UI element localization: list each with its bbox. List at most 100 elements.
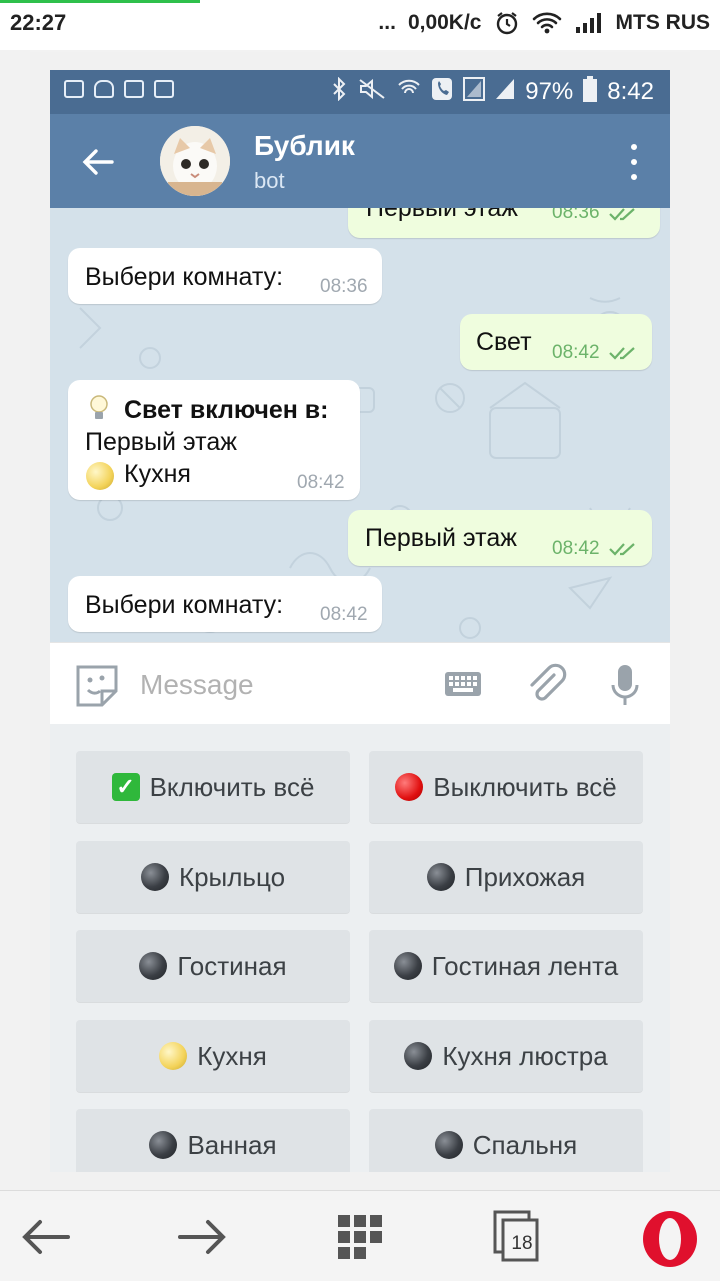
network-speed: 0,00K/c	[407, 11, 482, 34]
browser-bottom-bar: 18	[0, 1190, 720, 1281]
device-clock: 22:27	[10, 10, 67, 35]
button-label: Гостиная лента	[431, 950, 619, 981]
dark-circle-icon	[393, 952, 422, 980]
android-icon	[94, 80, 114, 98]
phone-icon	[431, 77, 453, 106]
mail-icon	[124, 80, 144, 98]
button-label: Спальня	[472, 1129, 578, 1160]
message-text: Первый этаж	[366, 208, 518, 222]
message-bubble-in[interactable]: Выбери комнату: 08:36	[68, 248, 382, 304]
chat-title[interactable]: Бублик	[254, 130, 355, 162]
message-bubble-out[interactable]: Первый этаж 08:36	[348, 208, 660, 238]
lightbulb-icon	[90, 395, 108, 419]
back-arrow-icon[interactable]	[78, 142, 118, 182]
bluetooth-icon	[331, 76, 347, 106]
alarm-icon	[494, 10, 520, 36]
gallery-icon	[64, 80, 84, 98]
check-icon: ✓	[111, 773, 140, 801]
button-label: Ванная	[187, 1129, 277, 1160]
message-input-bar: Message	[50, 642, 670, 725]
mute-icon	[357, 77, 387, 106]
microphone-icon[interactable]	[610, 663, 640, 712]
message-text-line: Кухня	[124, 460, 191, 488]
chat-header: Бублик bot	[50, 114, 670, 208]
sticker-icon[interactable]	[74, 663, 120, 714]
signal-icon	[574, 11, 604, 35]
button-label: Выключить всё	[433, 771, 617, 802]
dark-circle-icon	[426, 863, 455, 891]
keyboard-button-hallway[interactable]: Прихожая	[369, 841, 643, 913]
message-input[interactable]: Message	[140, 669, 254, 701]
message-bubble-in[interactable]: Выбери комнату: 08:42	[68, 576, 382, 632]
message-text: Выбери комнату:	[85, 591, 284, 619]
sim-icon	[463, 77, 486, 106]
notification-dots: ...	[378, 11, 396, 34]
double-check-icon	[609, 208, 635, 221]
message-text: Выбери комнату:	[85, 263, 284, 291]
red-circle-icon	[395, 773, 424, 801]
tabs-count: 18	[511, 1233, 533, 1254]
dark-circle-icon	[404, 1042, 433, 1070]
more-menu-icon[interactable]	[628, 144, 640, 180]
bot-keyboard: ✓ Включить всё Выключить всё Крыльцо Прих…	[50, 724, 670, 1172]
keyboard-button-bathroom[interactable]: Ванная	[76, 1109, 350, 1172]
keyboard-button-turn-off-all[interactable]: Выключить всё	[369, 751, 643, 823]
message-text-line: Первый этаж	[85, 428, 237, 456]
speed-dial-grid-icon[interactable]	[332, 1209, 388, 1265]
message-text: Свет	[476, 328, 532, 356]
bulb-circle-icon	[159, 1042, 188, 1070]
message-text: Первый этаж	[365, 524, 517, 552]
button-label: Гостиная	[177, 950, 287, 981]
avatar[interactable]	[160, 126, 230, 196]
message-bubble-out[interactable]: Свет 08:42	[460, 314, 652, 370]
button-label: Включить всё	[149, 771, 315, 802]
message-time: 08:42	[552, 342, 600, 363]
opera-menu-icon[interactable]	[640, 1209, 704, 1267]
button-label: Кухня	[197, 1040, 267, 1071]
double-check-icon	[609, 347, 635, 360]
wifi-call-icon	[397, 77, 421, 106]
attach-icon[interactable]	[524, 663, 568, 712]
keyboard-button-living-room[interactable]: Гостиная	[76, 930, 350, 1002]
message-list[interactable]: Первый этаж 08:36 Выбери комнату: 08:36 …	[50, 208, 670, 642]
dark-circle-icon	[149, 1131, 178, 1159]
carrier-name: MTS RUS	[615, 11, 711, 34]
signal-icon	[495, 77, 515, 106]
page-load-progress	[0, 0, 200, 3]
keyboard-button-porch[interactable]: Крыльцо	[76, 841, 350, 913]
clipboard-icon	[154, 80, 174, 98]
phone-battery-text: 97%	[525, 77, 574, 105]
keyboard-button-turn-on-all[interactable]: ✓ Включить всё	[76, 751, 350, 823]
keyboard-icon[interactable]	[444, 669, 482, 704]
button-label: Кухня люстра	[442, 1040, 608, 1071]
message-bubble-in[interactable]: Свет включен в: Первый этаж Кухня 08:42	[68, 380, 360, 500]
message-time: 08:42	[320, 604, 368, 625]
double-check-icon	[609, 543, 635, 556]
phone-notification-icons	[64, 80, 174, 98]
battery-icon	[583, 76, 598, 107]
device-status-bar: 22:27 ... 0,00K/c MTS RUS	[0, 0, 720, 50]
button-label: Крыльцо	[178, 861, 286, 892]
phone-status-right: 97% 8:42	[331, 76, 654, 107]
dark-circle-icon	[139, 952, 168, 980]
message-text-bold: Свет включен в:	[124, 396, 329, 424]
message-time: 08:36	[320, 276, 368, 297]
phone-clock: 8:42	[607, 77, 654, 105]
message-time: 08:36	[552, 208, 600, 223]
browser-forward-icon[interactable]	[174, 1209, 230, 1265]
dark-circle-icon	[434, 1131, 463, 1159]
chat-subtitle: bot	[254, 168, 285, 193]
keyboard-button-living-room-strip[interactable]: Гостиная лента	[369, 930, 643, 1002]
message-bubble-out[interactable]: Первый этаж 08:42	[348, 510, 652, 566]
keyboard-button-kitchen-chandelier[interactable]: Кухня люстра	[369, 1020, 643, 1092]
keyboard-button-kitchen[interactable]: Кухня	[76, 1020, 350, 1092]
device-status-right: ... 0,00K/c MTS RUS	[378, 10, 710, 36]
phone-status-bar: 97% 8:42	[50, 70, 670, 114]
button-label: Прихожая	[464, 861, 586, 892]
keyboard-button-bedroom[interactable]: Спальня	[369, 1109, 643, 1172]
message-time: 08:42	[552, 538, 600, 559]
tabs-icon[interactable]: 18	[490, 1209, 546, 1265]
dark-circle-icon	[140, 863, 169, 891]
browser-back-icon[interactable]	[18, 1209, 74, 1265]
message-time: 08:42	[297, 472, 345, 493]
